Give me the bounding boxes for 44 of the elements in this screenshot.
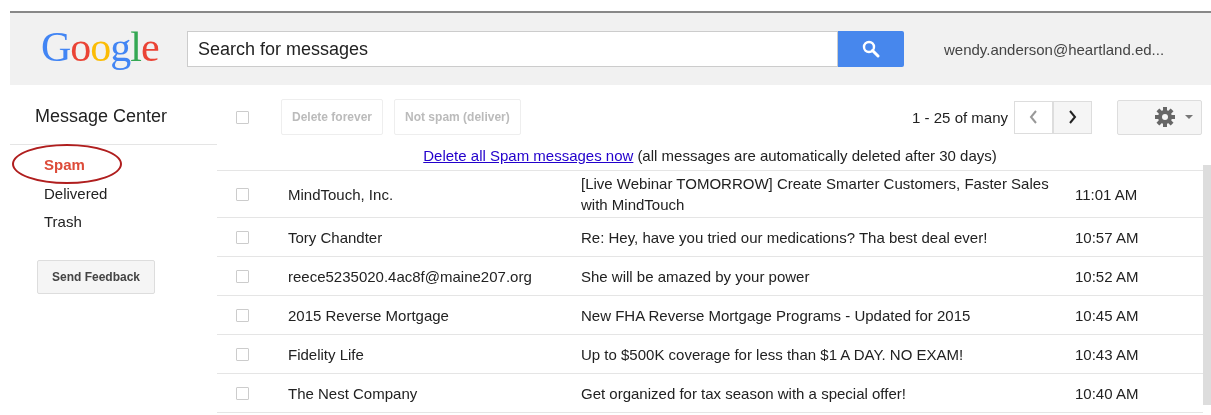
- sidebar-item[interactable]: Trash: [10, 209, 82, 230]
- chevron-right-icon: [1067, 109, 1078, 125]
- row-checkbox[interactable]: [236, 269, 249, 283]
- notice-text: (all messages are automatically deleted after 30 days): [637, 147, 997, 164]
- message-time: 11:01 AM: [1075, 185, 1138, 203]
- message-time: 10:57 AM: [1075, 228, 1139, 246]
- message-time: 10:45 AM: [1075, 306, 1139, 324]
- search-icon: [862, 40, 880, 58]
- message-sender[interactable]: Fidelity Life: [288, 345, 581, 363]
- message-time: 10:43 AM: [1075, 345, 1139, 363]
- message-subject[interactable]: She will be amazed by your power: [581, 263, 1051, 289]
- message-sender[interactable]: Tory Chandter: [288, 228, 581, 246]
- message-time: 10:52 AM: [1075, 267, 1139, 285]
- search-button[interactable]: [838, 31, 904, 67]
- caret-icon: [1185, 115, 1193, 119]
- message-subject[interactable]: Up to $500K coverage for less than $1 A DAY. NO EXAM!: [581, 341, 1051, 367]
- sidebar-item[interactable]: Delivered: [10, 180, 108, 202]
- message-subject[interactable]: [Live Webinar TOMORROW] Create Smarter Customers, Faster Sales with MindTouch: [581, 171, 1051, 217]
- scrollbar[interactable]: [1203, 165, 1211, 405]
- sidebar-title: Message Center: [10, 85, 217, 145]
- pagination-text: 1 - 25 of many: [912, 108, 1008, 126]
- row-checkbox[interactable]: [236, 386, 249, 400]
- message-sender[interactable]: 2015 Reverse Mortgage: [288, 306, 581, 324]
- settings-icon: [1155, 107, 1175, 127]
- message-sender[interactable]: reece5235020.4ac8f@maine207.org: [288, 267, 581, 285]
- row-checkbox[interactable]: [236, 230, 249, 244]
- message-time: 10:40 AM: [1075, 384, 1139, 402]
- row-checkbox[interactable]: [236, 347, 249, 361]
- next-page-button[interactable]: [1053, 100, 1092, 134]
- row-checkbox[interactable]: [236, 308, 249, 322]
- message-subject[interactable]: New FHA Reverse Mortgage Programs - Updated for 2015: [581, 302, 1051, 328]
- chevron-left-icon: [1028, 109, 1039, 125]
- search-field[interactable]: Search for messages: [187, 31, 838, 67]
- send-feedback-button[interactable]: Send Feedback: [37, 259, 155, 294]
- select-all-checkbox[interactable]: [236, 110, 249, 124]
- settings-button[interactable]: [1117, 99, 1202, 135]
- message-subject[interactable]: Re: Hey, have you tried our medications? Tha best deal ever!: [581, 224, 1051, 250]
- message-sender[interactable]: MindTouch, Inc.: [288, 185, 581, 203]
- account-email[interactable]: wendy.anderson@heartland.ed...: [944, 40, 1165, 58]
- message-subject[interactable]: Get organized for tax season with a special offer!: [581, 380, 1051, 406]
- row-checkbox[interactable]: [236, 187, 249, 201]
- message-sender[interactable]: The Nest Company: [288, 384, 581, 402]
- sidebar-item[interactable]: Spam: [10, 152, 85, 173]
- delete-all-link[interactable]: Delete all Spam messages now: [423, 147, 634, 164]
